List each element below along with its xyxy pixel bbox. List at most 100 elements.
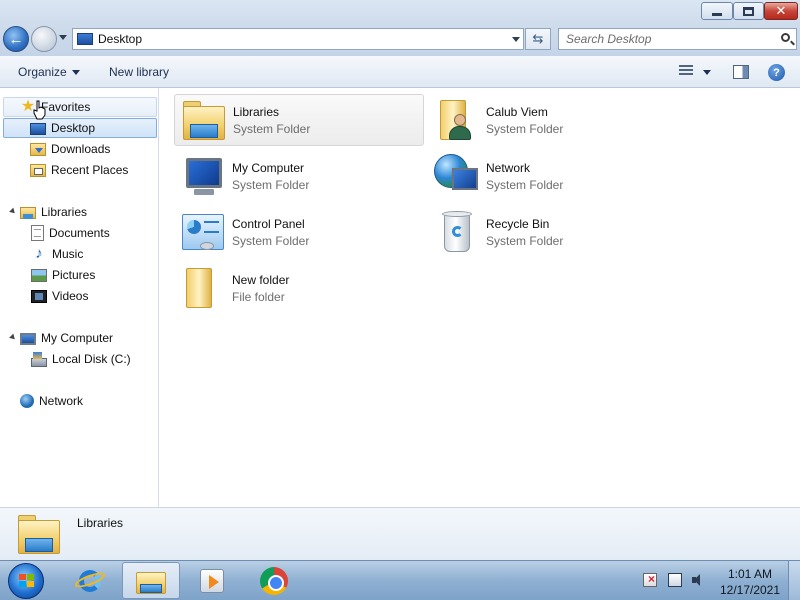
media-player-icon [200, 568, 224, 593]
control-panel-icon [178, 208, 226, 256]
refresh-button[interactable]: ⇆ [525, 28, 551, 50]
file-name: Libraries [233, 104, 280, 119]
search-box[interactable] [558, 28, 797, 50]
file-list: Libraries System Folder Calub Viem System … [160, 88, 800, 507]
address-dropdown-icon[interactable] [512, 37, 520, 42]
recycle-bin-icon [432, 208, 480, 256]
nav-item-label: Desktop [51, 121, 96, 135]
recent-pages-dropdown[interactable] [59, 35, 67, 40]
preview-pane-icon[interactable] [733, 65, 749, 79]
file-type: System Folder [486, 121, 564, 136]
file-type: System Folder [232, 177, 310, 192]
music-icon: ♪ [35, 245, 43, 262]
user-folder-icon [432, 96, 480, 144]
clock-date: 12/17/2021 [719, 583, 781, 597]
file-tile-new-folder[interactable]: New folder File folder [174, 262, 424, 314]
file-tile-calub-viem[interactable]: Calub Viem System Folder [428, 94, 678, 146]
libraries-icon [20, 207, 36, 219]
chevron-down-icon [71, 70, 80, 75]
file-name: Calub Viem [486, 104, 548, 119]
file-tile-libraries[interactable]: Libraries System Folder [174, 94, 424, 146]
address-bar[interactable]: Desktop [72, 28, 524, 50]
maximize-button[interactable] [733, 2, 764, 20]
nav-item-label: Downloads [51, 142, 111, 156]
file-name: Recycle Bin [486, 216, 550, 231]
downloads-folder-icon [30, 142, 46, 156]
clock[interactable]: 1:01 AM 12/17/2021 [716, 566, 784, 598]
nav-item-pictures[interactable]: Pictures [3, 265, 95, 285]
taskbar-chrome[interactable] [245, 562, 303, 599]
nav-item-label: Music [52, 247, 84, 261]
search-input[interactable] [559, 29, 769, 49]
taskbar-media-player[interactable] [183, 562, 241, 599]
help-icon[interactable]: ? [768, 64, 785, 81]
network-icon [20, 394, 34, 408]
nav-item-videos[interactable]: Videos [3, 286, 88, 306]
hand-cursor-icon [33, 100, 46, 120]
action-center-flag-icon[interactable] [643, 572, 657, 587]
title-bar: ✕ [0, 0, 800, 24]
new-library-button[interactable]: New library [109, 65, 169, 79]
view-options-dropdown-icon[interactable] [703, 70, 711, 75]
file-type: System Folder [233, 121, 311, 136]
close-button[interactable]: ✕ [764, 2, 798, 20]
nav-item-music[interactable]: ♪ Music [3, 244, 83, 264]
nav-item-label: Recent Places [51, 163, 129, 177]
organize-label: Organize [18, 65, 67, 79]
nav-my-computer-label: My Computer [41, 331, 114, 345]
volume-icon[interactable] [691, 573, 705, 587]
details-item-name: Libraries [77, 516, 124, 530]
nav-libraries[interactable]: Libraries [3, 202, 87, 222]
taskbar-internet-explorer[interactable] [61, 562, 119, 599]
file-tile-control-panel[interactable]: Control Panel System Folder [174, 206, 424, 258]
file-name: New folder [232, 272, 290, 287]
change-view-icon[interactable] [679, 65, 693, 79]
command-bar: Organize New library ? [0, 56, 800, 88]
file-type: System Folder [232, 233, 310, 248]
computer-icon [20, 332, 36, 345]
taskbar: 1:01 AM 12/17/2021 [0, 560, 800, 600]
forward-button[interactable] [31, 26, 57, 52]
file-type: System Folder [486, 177, 564, 192]
refresh-icon: ⇆ [532, 31, 544, 46]
nav-favorites[interactable]: ★ Favorites [3, 97, 157, 117]
taskbar-windows-explorer[interactable] [122, 562, 180, 599]
maximize-icon [743, 6, 754, 16]
network-status-icon[interactable] [668, 573, 682, 587]
nav-network[interactable]: Network [3, 391, 83, 411]
address-text: Desktop [98, 32, 143, 46]
nav-item-local-disk[interactable]: Local Disk (C:) [3, 349, 131, 369]
file-tile-recycle-bin[interactable]: Recycle Bin System Folder [428, 206, 678, 258]
nav-libraries-label: Libraries [41, 205, 88, 219]
back-arrow-icon: ← [8, 30, 24, 48]
nav-item-documents[interactable]: Documents [3, 223, 110, 243]
videos-icon [31, 289, 47, 303]
recent-places-icon [30, 163, 46, 177]
documents-icon [31, 225, 44, 241]
nav-item-downloads[interactable]: Downloads [3, 139, 110, 159]
file-tile-my-computer[interactable]: My Computer System Folder [174, 150, 424, 202]
search-icon[interactable] [781, 33, 790, 42]
nav-item-label: Local Disk (C:) [52, 352, 131, 366]
start-button[interactable] [8, 563, 44, 599]
minimize-button[interactable] [701, 2, 733, 20]
show-desktop-button[interactable] [788, 561, 800, 600]
minimize-icon [712, 12, 722, 16]
folder-icon [178, 264, 226, 312]
desktop-icon [77, 33, 93, 45]
file-tile-network[interactable]: Network System Folder [428, 150, 678, 202]
file-name: Network [486, 160, 531, 175]
nav-item-label: Videos [52, 289, 89, 303]
pictures-icon [31, 268, 47, 282]
organize-button[interactable]: Organize [18, 65, 80, 79]
nav-network-label: Network [39, 394, 84, 408]
back-button[interactable]: ← [3, 26, 29, 52]
nav-item-label: Pictures [52, 268, 96, 282]
file-type: System Folder [486, 233, 564, 248]
nav-item-recent-places[interactable]: Recent Places [3, 160, 128, 180]
nav-my-computer[interactable]: My Computer [3, 328, 113, 348]
windows-logo-icon [19, 574, 35, 588]
computer-icon [178, 152, 226, 200]
file-name: Control Panel [232, 216, 305, 231]
nav-item-desktop[interactable]: Desktop [3, 118, 157, 138]
